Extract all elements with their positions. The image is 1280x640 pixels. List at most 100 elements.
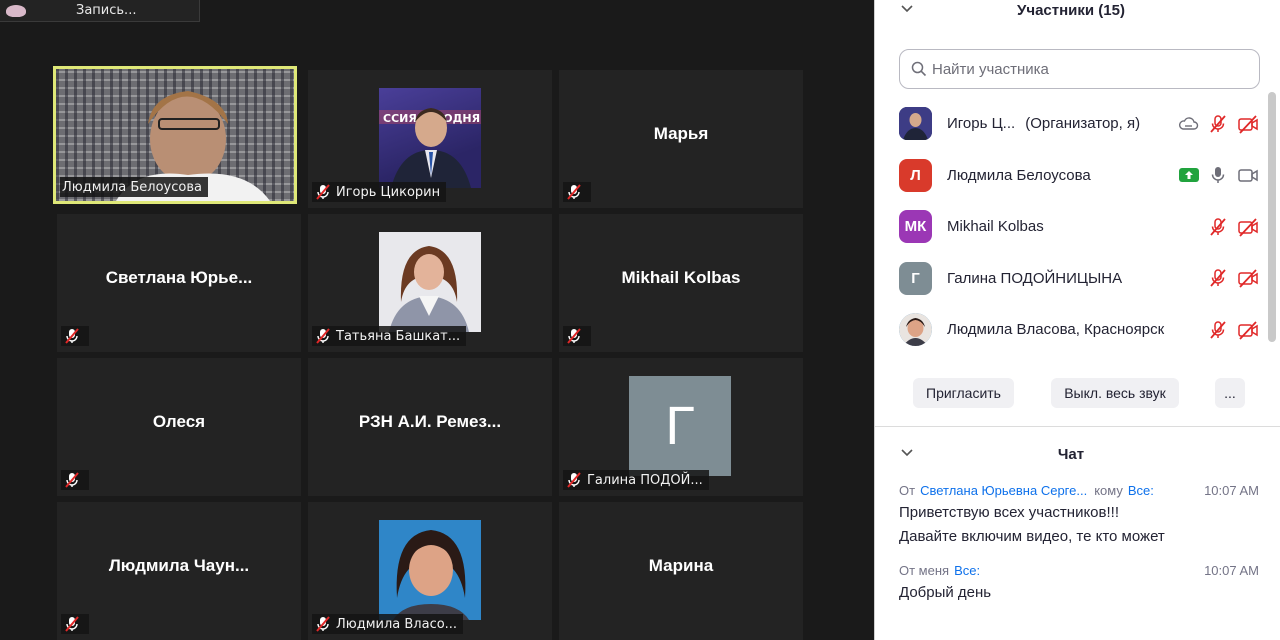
video-tile-galina[interactable]: Г Галина ПОДОЙ... (559, 358, 803, 496)
mic-muted-icon (314, 615, 332, 633)
person-photo-icon (389, 246, 469, 332)
chevron-down-icon[interactable] (899, 0, 915, 16)
video-tile-rzn-remez[interactable]: РЗН А.И. Ремез... (308, 358, 552, 496)
mic-muted-icon (314, 183, 332, 201)
participant-name: Галина ПОДОЙНИЦЫНА (947, 269, 1123, 287)
video-gallery: Запись... Людмила Белоусова ССИЯ СЕГОДНЯ (0, 0, 874, 640)
search-icon (911, 61, 927, 77)
mic-muted-icon (63, 471, 81, 489)
participant-controls (1177, 113, 1259, 135)
participant-photo (379, 232, 481, 332)
message-recipient[interactable]: Все: (954, 563, 980, 578)
video-tile-igor-tsikorin[interactable]: ССИЯ СЕГОДНЯ Игорь Цикорин (308, 70, 552, 208)
mic-muted-icon[interactable] (1207, 216, 1229, 238)
tile-status (61, 326, 89, 346)
message-text: Добрый день (899, 583, 992, 601)
participant-row[interactable]: Игорь Ц... (Организатор, я) (875, 98, 1267, 150)
participant-search[interactable] (899, 49, 1260, 89)
participant-role: (Организатор, я) (1025, 115, 1141, 133)
chat-message: От Светлана Юрьевна Серге... кому Все: 1… (899, 480, 1259, 548)
mute-all-button[interactable]: Выкл. весь звук (1051, 378, 1179, 408)
tile-name-label: Людмила Власо... (312, 614, 464, 634)
chat-header[interactable]: Чат (875, 442, 1267, 466)
message-time: 10:07 AM (1204, 482, 1259, 498)
person-photo-icon (899, 107, 932, 141)
camera-off-icon[interactable] (1237, 319, 1259, 341)
participant-controls (1179, 164, 1259, 186)
tile-name-label: Татьяна Башкат... (312, 326, 467, 346)
video-tile-lyudmila-belousova[interactable]: Людмила Белоусова (53, 66, 297, 204)
mic-muted-icon[interactable] (1207, 267, 1229, 289)
tile-status (61, 614, 89, 634)
video-tile-marya[interactable]: Марья (559, 70, 803, 208)
tile-status (61, 470, 89, 490)
person-photo-icon (899, 313, 932, 347)
screen-share-icon (1179, 168, 1199, 183)
video-tile-olesya[interactable]: Олеся (57, 358, 301, 496)
avatar: Л (899, 158, 932, 192)
side-panel: Участники (15) Игорь Ц...(Организатор, я… (874, 0, 1280, 640)
mic-muted-icon (565, 327, 583, 345)
mic-muted-icon (63, 615, 81, 633)
participant-row[interactable]: МК Mikhail Kolbas (875, 201, 1267, 253)
participant-name: Людмила Чаун... (108, 556, 250, 575)
cloud-recording-icon (1177, 113, 1199, 135)
camera-off-icon[interactable] (1237, 267, 1259, 289)
message-recipient[interactable]: Все: (1128, 483, 1154, 498)
participant-name: Светлана Юрье... (105, 268, 253, 287)
recording-icon (6, 4, 26, 17)
participant-row[interactable]: Людмила Власова, Красноярск (875, 304, 1267, 356)
chat-message: От меня Все: 10:07 AM Добрый день (899, 560, 1259, 604)
avatar: Г (899, 261, 932, 295)
participant-actions: Пригласить Выкл. весь звук ... (875, 378, 1267, 410)
chat-title: Чат (1057, 445, 1085, 463)
video-tile-mikhail-kolbas[interactable]: Mikhail Kolbas (559, 214, 803, 352)
participant-controls (1207, 319, 1259, 341)
avatar (899, 107, 932, 141)
video-tile-marina[interactable]: Марина (559, 502, 803, 640)
participant-photo (379, 520, 481, 620)
participant-controls (1207, 216, 1259, 238)
participant-name: Людмила Белоусова (947, 166, 1091, 184)
mic-muted-icon (565, 471, 583, 489)
participant-name: РЗН А.И. Ремез... (358, 412, 502, 431)
more-button[interactable]: ... (1215, 378, 1245, 408)
participant-row[interactable]: Л Людмила Белоусова (875, 150, 1267, 202)
mic-on-icon[interactable] (1207, 164, 1229, 186)
participant-list: Игорь Ц... (Организатор, я) Л Людмила Бел… (875, 98, 1267, 356)
person-photo-icon: ССИЯ СЕГОДНЯ (379, 108, 481, 188)
participant-row[interactable]: Г Галина ПОДОЙНИЦЫНА (875, 253, 1267, 305)
avatar (899, 313, 932, 347)
person-photo-icon (393, 530, 469, 620)
participants-scrollbar[interactable] (1268, 92, 1276, 342)
message-sender[interactable]: Светлана Юрьевна Серге... (920, 483, 1087, 498)
search-input[interactable] (932, 60, 1252, 78)
mic-muted-icon[interactable] (1207, 113, 1229, 135)
recording-label: Запись... (76, 3, 137, 18)
message-text: Приветствую всех участников!!! (899, 503, 1119, 521)
camera-off-icon[interactable] (1237, 113, 1259, 135)
participants-header[interactable]: Участники (15) (875, 0, 1267, 22)
participant-name: Марина (648, 556, 714, 575)
invite-button[interactable]: Пригласить (913, 378, 1014, 408)
message-header: От Светлана Юрьевна Серге... кому Все: 1… (899, 482, 1259, 498)
mic-muted-icon (63, 327, 81, 345)
message-text: Давайте включим видео, те кто может (899, 527, 1165, 545)
video-tile-lyudmila-chaun[interactable]: Людмила Чаун... (57, 502, 301, 640)
participant-name: Mikhail Kolbas (947, 218, 1044, 236)
video-tile-lyudmila-vlasova[interactable]: Людмила Власо... (308, 502, 552, 640)
mic-muted-icon[interactable] (1207, 319, 1229, 341)
chat-messages: От Светлана Юрьевна Серге... кому Все: 1… (899, 480, 1259, 616)
camera-on-icon[interactable] (1237, 164, 1259, 186)
recording-indicator[interactable]: Запись... (0, 0, 200, 22)
video-tile-svetlana[interactable]: Светлана Юрье... (57, 214, 301, 352)
message-time: 10:07 AM (1204, 562, 1259, 578)
avatar: Г (629, 376, 731, 476)
participant-name: Игорь Ц... (Организатор, я) (947, 115, 1141, 133)
tile-name-label: Людмила Белоусова (60, 177, 208, 197)
participant-name: Олеся (152, 412, 206, 431)
section-divider (875, 426, 1280, 427)
camera-off-icon[interactable] (1237, 216, 1259, 238)
video-tile-tatyana[interactable]: Татьяна Башкат... (308, 214, 552, 352)
chevron-down-icon[interactable] (899, 444, 915, 460)
